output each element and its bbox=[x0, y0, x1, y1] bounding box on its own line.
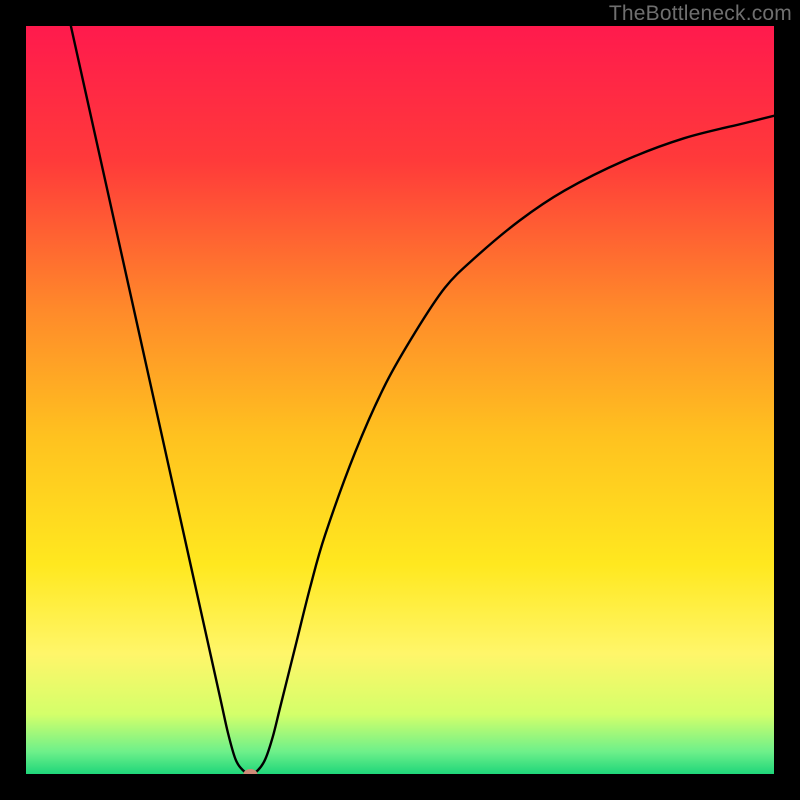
chart-background bbox=[26, 26, 774, 774]
chart-frame bbox=[26, 26, 774, 774]
chart-svg bbox=[26, 26, 774, 774]
watermark-text: TheBottleneck.com bbox=[609, 2, 792, 26]
chart-plot-area bbox=[26, 26, 774, 774]
